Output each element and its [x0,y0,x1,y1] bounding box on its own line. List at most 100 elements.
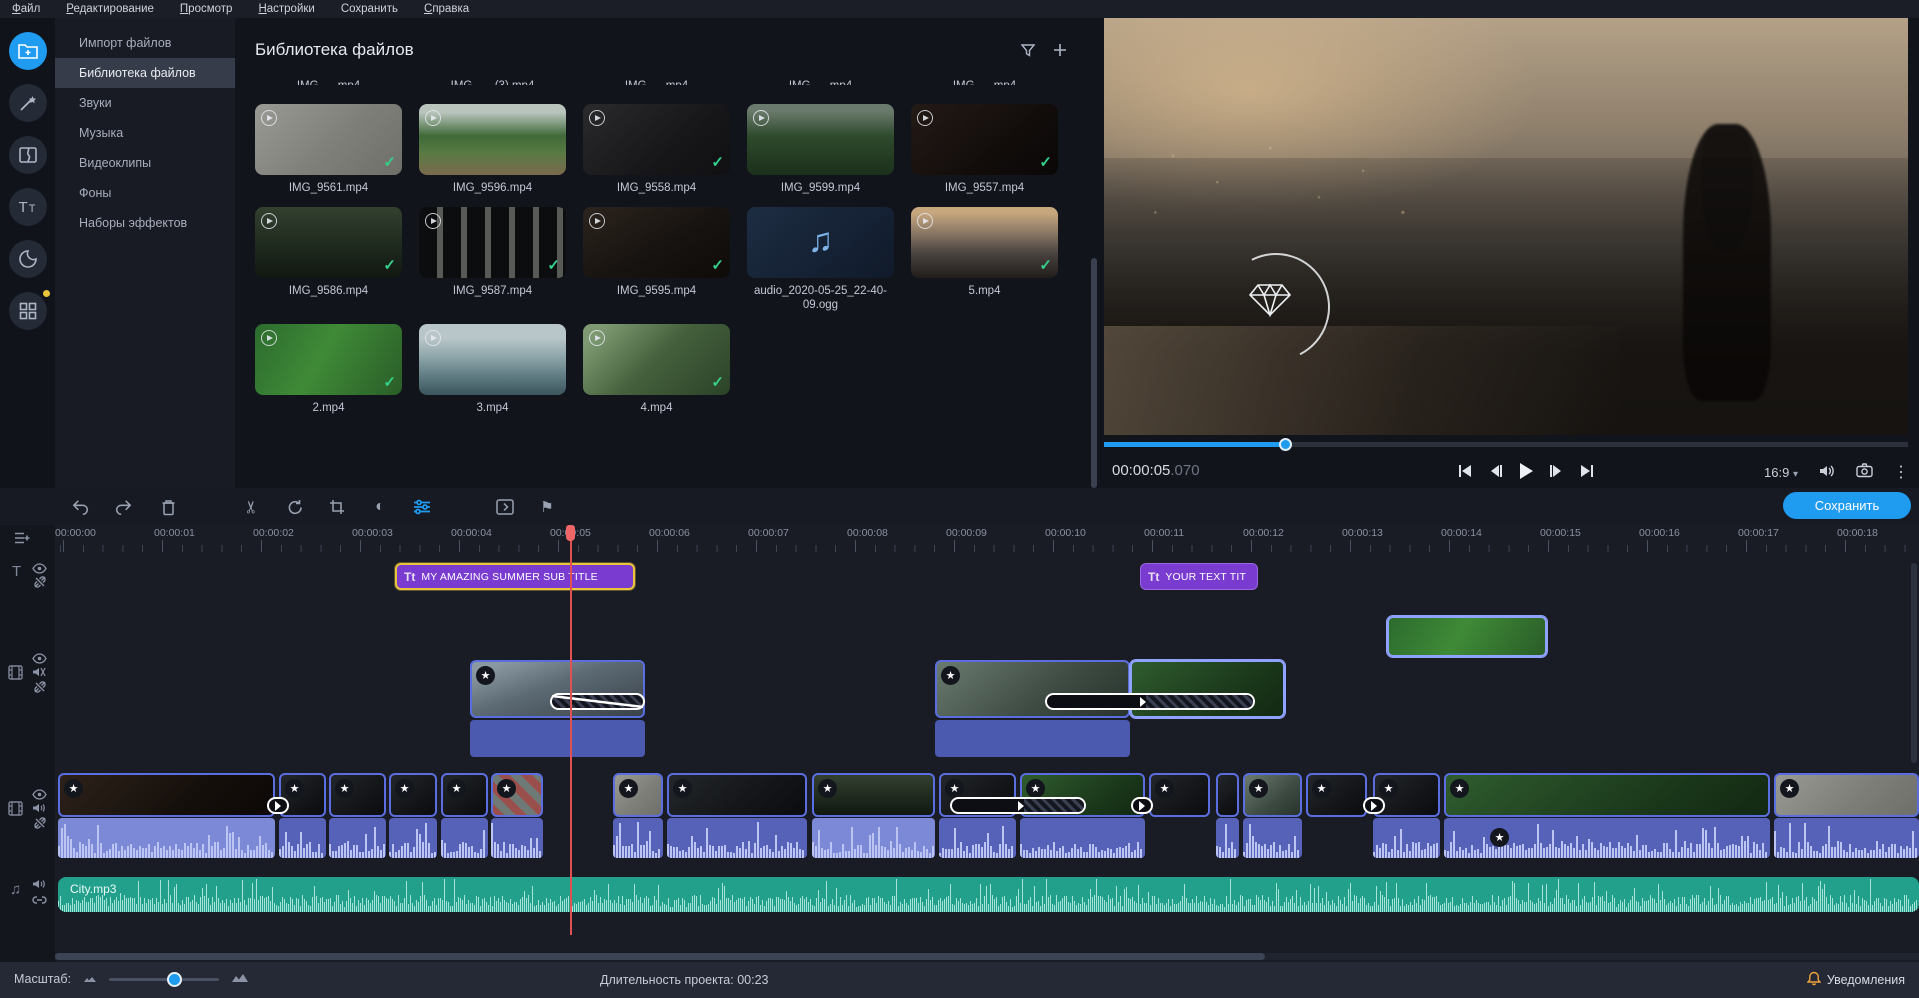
menu-настройки[interactable]: Настройки [258,3,314,15]
transition-badge[interactable] [1363,797,1385,814]
transition-pill[interactable] [950,797,1086,814]
sidebar-item-4[interactable]: Музыка [55,118,235,148]
properties-button[interactable] [410,495,434,519]
library-item[interactable]: ✓IMG_9587.mp4 [419,207,566,312]
undo-button[interactable] [70,495,94,519]
more-options-icon[interactable]: ⋮ [1893,462,1909,482]
video-clip[interactable]: ★ [1774,773,1919,817]
timeline-hscrollbar[interactable] [55,953,1919,960]
marker-button[interactable]: ⚑ [535,495,559,519]
clip-audio-waveform[interactable] [58,818,275,858]
sidebar-item-1[interactable]: Импорт файлов [55,28,235,58]
library-item[interactable]: ✓IMG_9586.mp4 [255,207,402,312]
rail-import-files-button[interactable] [9,32,47,70]
library-item[interactable]: ✓5.mp4 [911,207,1058,312]
video-clip[interactable]: ★ [491,773,543,817]
trash-button[interactable] [156,495,180,519]
crop-button[interactable] [325,495,349,519]
rail-filters-button[interactable] [9,84,47,122]
clip-audio-waveform[interactable] [1243,818,1302,858]
audio-track-link-icon[interactable] [32,892,47,910]
file-thumbnail[interactable] [419,324,566,395]
sidebar-item-7[interactable]: Наборы эффектов [55,208,235,238]
playhead[interactable] [570,535,572,935]
clip-audio-waveform[interactable] [389,818,437,858]
menu-справка[interactable]: Справка [424,3,469,15]
file-thumbnail[interactable]: ✓ [255,324,402,395]
zoom-slider-knob[interactable] [167,972,182,987]
menu-файл[interactable]: Файл [12,3,40,15]
video-clip[interactable]: ★ [1444,773,1770,817]
video-track-unlink-icon[interactable] [33,816,47,835]
file-thumbnail[interactable]: ✓ [419,207,566,278]
video-clip[interactable]: ★ [58,773,275,817]
file-thumbnail[interactable]: ✓ [583,324,730,395]
clip-audio-waveform[interactable] [279,818,326,858]
linked-audio-block[interactable] [470,720,645,757]
zoom-out-icon[interactable] [83,972,97,986]
clip-audio-waveform[interactable] [939,818,1016,858]
volume-icon[interactable] [1818,463,1836,482]
library-item[interactable]: ✓IMG_9557.mp4 [911,104,1058,195]
color-adjust-button[interactable]: ◐ [368,495,392,519]
clip-audio-waveform[interactable]: ★ [1444,818,1770,858]
go-end-button[interactable] [1579,464,1594,483]
seek-bar[interactable] [1104,442,1908,447]
overlay-video-clip[interactable] [1387,616,1547,657]
title-clip[interactable]: TtMY AMAZING SUMMER SUB TITLE [395,563,635,590]
title-clip[interactable]: TtYOUR TEXT TIT [1140,563,1258,590]
file-thumbnail[interactable]: ✓ [255,104,402,175]
transition-badge[interactable] [267,797,289,814]
speed-wedge[interactable] [550,693,645,710]
title-track-unlink-icon[interactable] [33,575,47,594]
transition-pill[interactable] [1045,693,1255,710]
video-clip[interactable]: ★ [441,773,488,817]
transition-badge[interactable] [1131,797,1153,814]
library-item[interactable]: IMG_9596.mp4 [419,104,566,195]
video-clip[interactable]: ★ [389,773,437,817]
timeline-ruler[interactable]: 00:00:0000:00:0100:00:0200:00:0300:00:04… [55,525,1919,552]
clip-audio-waveform[interactable] [1216,818,1239,858]
rail-stickers-button[interactable] [9,240,47,278]
file-thumbnail[interactable]: ♫ [747,207,894,278]
clip-audio-waveform[interactable] [441,818,488,858]
video-clip[interactable]: ★ [1243,773,1302,817]
video-clip[interactable]: ★ [812,773,935,817]
add-track-icon[interactable] [14,531,30,550]
sidebar-item-5[interactable]: Видеоклипы [55,148,235,178]
video-clip[interactable]: ★ [613,773,663,817]
sidebar-item-2[interactable]: Библиотека файлов [55,58,235,88]
overlay-track-unlink-icon[interactable] [33,680,47,699]
video-clip[interactable] [1216,773,1239,817]
file-thumbnail[interactable]: ✓ [911,207,1058,278]
library-item[interactable]: ✓IMG_9595.mp4 [583,207,730,312]
clip-audio-waveform[interactable] [1373,818,1440,858]
redo-button[interactable] [112,495,136,519]
prev-frame-button[interactable] [1489,464,1502,483]
menu-редактирование[interactable]: Редактирование [66,3,154,15]
rail-titles-button[interactable]: TT [9,188,47,226]
rail-transitions-button[interactable] [9,136,47,174]
library-item[interactable]: IMG_9599.mp4 [747,104,894,195]
clip-audio-waveform[interactable] [1774,818,1919,858]
library-scrollbar[interactable] [1091,258,1097,488]
clip-audio-waveform[interactable] [667,818,807,858]
library-item[interactable]: ✓2.mp4 [255,324,402,415]
sidebar-item-3[interactable]: Звуки [55,88,235,118]
library-item[interactable]: 3.mp4 [419,324,566,415]
library-item[interactable]: ✓IMG_9561.mp4 [255,104,402,195]
file-thumbnail[interactable] [747,104,894,175]
aspect-ratio-select[interactable]: 16:9 ▾ [1764,465,1798,480]
library-item[interactable]: ✓4.mp4 [583,324,730,415]
notifications[interactable]: Уведомления [1807,971,1905,989]
clip-audio-waveform[interactable] [812,818,935,858]
next-frame-button[interactable] [1550,464,1563,483]
menu-сохранить[interactable]: Сохранить [341,3,398,15]
video-clip[interactable]: ★ [667,773,807,817]
file-thumbnail[interactable] [419,104,566,175]
linked-audio-block[interactable] [935,720,1130,757]
filter-icon[interactable] [1020,42,1036,63]
overlay-button[interactable] [493,495,517,519]
cut-button[interactable]: ✂ [240,495,264,519]
sidebar-item-6[interactable]: Фоны [55,178,235,208]
